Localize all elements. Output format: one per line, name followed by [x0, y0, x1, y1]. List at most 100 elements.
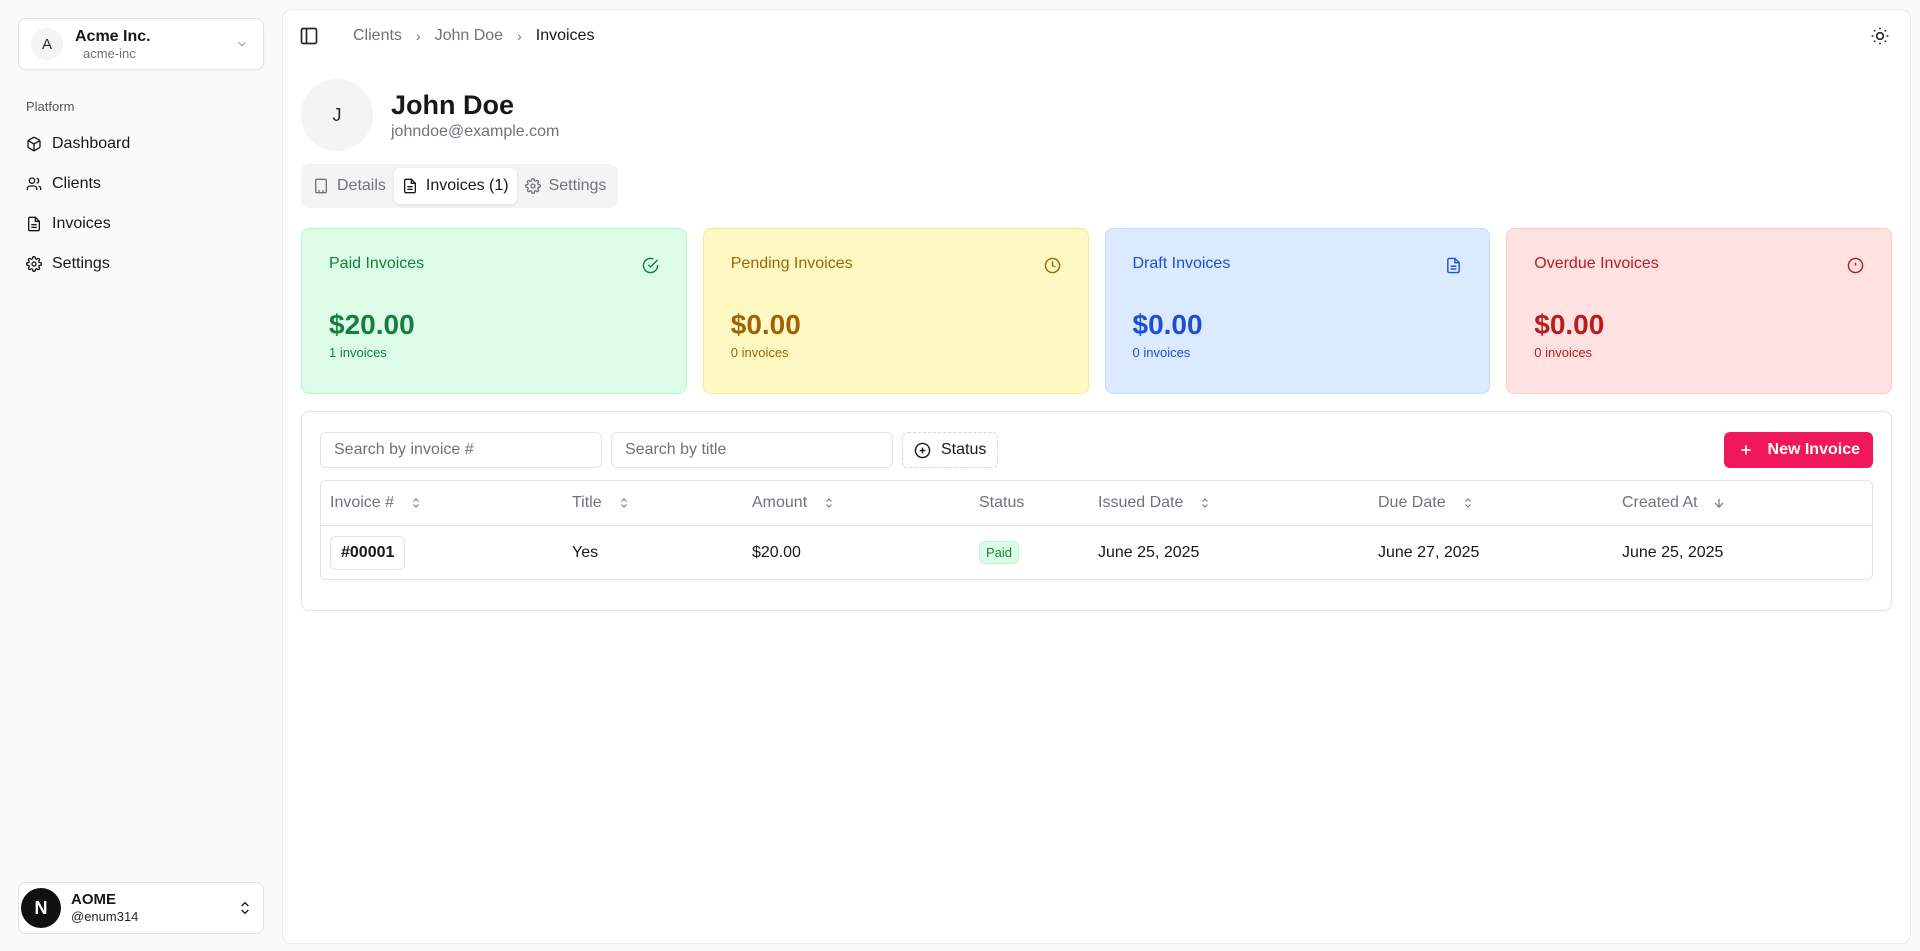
file-text-icon	[403, 178, 416, 194]
client-info: John Doe johndoe@example.com	[391, 90, 559, 141]
sidebar-item-label: Invoices	[52, 215, 111, 232]
users-icon	[26, 177, 42, 190]
sort-icon	[1202, 498, 1209, 508]
building-icon	[315, 178, 327, 194]
column-label: Status	[979, 494, 1025, 511]
column-label: Issued Date	[1098, 494, 1184, 511]
chevron-right-icon: ›	[415, 28, 421, 44]
sun-icon[interactable]	[1870, 26, 1890, 46]
user-handle: @enum314	[71, 909, 139, 924]
stat-title: Overdue Invoices	[1534, 255, 1659, 272]
nav-group-label: Platform	[26, 99, 75, 114]
table-row[interactable]: #00001 Yes $20.00 Paid June 25, 2025 Jun…	[321, 526, 1872, 579]
alert-circle-icon	[1847, 257, 1864, 274]
file-text-icon	[1447, 257, 1461, 274]
main-content: Clients › John Doe › Invoices J John Doe…	[282, 9, 1911, 944]
column-label: Created At	[1622, 494, 1698, 511]
cell-issued: June 25, 2025	[1098, 543, 1200, 561]
breadcrumb-current: Invoices	[535, 27, 595, 44]
new-invoice-label: New Invoice	[1767, 441, 1860, 458]
page-title: John Doe	[391, 89, 515, 120]
sidebar-item-invoices[interactable]: Invoices	[18, 204, 264, 244]
check-circle-icon	[642, 257, 659, 274]
sidebar-item-label: Settings	[52, 255, 110, 272]
status-filter-button[interactable]: Status	[902, 432, 999, 468]
breadcrumb: Clients › John Doe › Invoices	[353, 27, 594, 45]
stat-card-pending: Pending Invoices $0.00 0 invoices	[702, 228, 1089, 394]
app: A Acme Inc. acme-inc Platform Dashboard …	[0, 0, 1920, 951]
column-due[interactable]: Due Date	[1370, 494, 1614, 512]
tab-settings[interactable]: Settings	[517, 168, 615, 204]
sidebar-item-settings[interactable]: Settings	[18, 244, 264, 284]
stat-title: Pending Invoices	[730, 255, 853, 272]
stat-value: $0.00	[1534, 309, 1605, 340]
search-invoice-input[interactable]	[320, 432, 602, 468]
org-switcher[interactable]: A Acme Inc. acme-inc	[18, 18, 264, 70]
stat-card-overdue: Overdue Invoices $0.00 0 invoices	[1506, 228, 1892, 394]
cell-status: Paid	[971, 541, 1090, 564]
tabs: Details Invoices (1) Settings	[301, 164, 619, 208]
stat-value: $0.00	[1132, 309, 1203, 340]
table-toolbar: Status New Invoice	[320, 432, 1873, 468]
column-invoice[interactable]: Invoice #	[321, 494, 565, 512]
user-name: AOME	[71, 891, 116, 908]
search-title-input[interactable]	[611, 432, 893, 468]
stat-title: Draft Invoices	[1132, 255, 1231, 272]
column-amount[interactable]: Amount	[745, 494, 971, 512]
status-badge: Paid	[979, 541, 1020, 564]
cell-invoice: #00001	[321, 535, 565, 570]
org-slug: acme-inc	[83, 45, 136, 61]
column-status: Status	[971, 494, 1090, 512]
column-issued[interactable]: Issued Date	[1090, 494, 1370, 512]
org-text: Acme Inc. acme-inc	[75, 27, 235, 62]
stat-count: 1 invoices	[329, 345, 387, 360]
cell-title: Yes	[572, 543, 599, 561]
column-title[interactable]: Title	[565, 494, 745, 512]
tab-details[interactable]: Details	[305, 168, 394, 204]
box-icon	[27, 136, 41, 152]
tab-invoices[interactable]: Invoices (1)	[393, 168, 517, 204]
sidebar-item-clients[interactable]: Clients	[18, 164, 264, 204]
stat-count: 0 invoices	[1534, 345, 1593, 360]
column-label: Title	[572, 494, 602, 511]
tab-label: Settings	[548, 177, 607, 194]
topbar: Clients › John Doe › Invoices	[299, 10, 1892, 62]
plus-icon	[1740, 445, 1751, 455]
invoice-number-badge[interactable]: #00001	[330, 535, 406, 570]
user-menu[interactable]: N AOME @enum314	[18, 882, 264, 934]
sidebar: A Acme Inc. acme-inc Platform Dashboard …	[0, 0, 282, 951]
gear-icon	[26, 256, 42, 272]
tab-label: Invoices (1)	[425, 177, 509, 194]
file-text-icon	[28, 216, 40, 232]
invoices-card: Status New Invoice Invoice # Title	[301, 411, 1892, 611]
arrow-down-icon	[1714, 498, 1724, 508]
sidebar-toggle-icon[interactable]	[299, 26, 319, 46]
sidebar-item-dashboard[interactable]: Dashboard	[18, 124, 264, 164]
chevron-down-icon	[238, 41, 246, 47]
org-avatar: A	[31, 28, 63, 60]
table-header: Invoice # Title Amount Status Issued Dat…	[321, 481, 1872, 526]
invoices-table: Invoice # Title Amount Status Issued Dat…	[320, 480, 1873, 580]
sort-icon	[413, 498, 419, 508]
clock-icon	[1044, 257, 1060, 274]
column-label: Amount	[752, 494, 808, 511]
column-created[interactable]: Created At	[1614, 494, 1872, 512]
plus-circle-icon	[914, 442, 931, 458]
stat-value: $0.00	[730, 309, 801, 340]
user-text: AOME @enum314	[71, 891, 237, 925]
gear-icon	[524, 178, 541, 194]
stat-card-draft: Draft Invoices $0.00 0 invoices	[1104, 228, 1491, 394]
breadcrumb-client[interactable]: John Doe	[435, 27, 504, 45]
new-invoice-button[interactable]: New Invoice	[1723, 432, 1873, 468]
cell-due: June 27, 2025	[1378, 543, 1480, 561]
stats-row: Paid Invoices $20.00 1 invoices Pending …	[301, 228, 1892, 394]
chevrons-up-down-icon	[241, 901, 249, 915]
cell-created: June 25, 2025	[1622, 543, 1724, 561]
sort-icon	[620, 498, 627, 508]
sidebar-item-label: Dashboard	[52, 135, 131, 152]
column-label: Due Date	[1378, 494, 1446, 511]
client-header: J John Doe johndoe@example.com	[301, 79, 1892, 151]
stat-value: $20.00	[329, 309, 415, 340]
breadcrumb-clients[interactable]: Clients	[353, 27, 402, 45]
stat-count: 0 invoices	[730, 345, 789, 360]
